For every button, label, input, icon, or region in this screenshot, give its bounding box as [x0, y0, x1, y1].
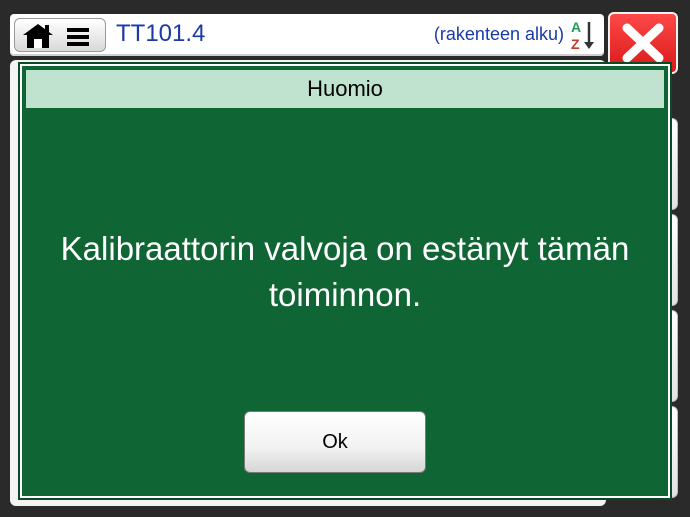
ok-button[interactable]: Ok [244, 411, 426, 473]
close-icon [622, 23, 664, 63]
sort-az-icon[interactable]: A Z [570, 18, 596, 52]
structure-label: (rakenteen alku) [433, 24, 564, 44]
svg-text:Z: Z [571, 36, 580, 52]
home-menu-button[interactable] [14, 18, 106, 52]
dialog-message: Kalibraattorin valvoja on estänyt tämän … [60, 230, 630, 313]
dialog-title: Huomio [26, 70, 664, 108]
svg-text:A: A [571, 19, 581, 35]
tag-title: TT101.4 [116, 20, 206, 47]
header-bar: TT101.4 (rakenteen alku) A Z [10, 14, 604, 56]
home-icon [23, 24, 53, 48]
menu-icon [67, 28, 89, 46]
alert-dialog: Huomio Kalibraattorin valvoja on estänyt… [20, 64, 670, 498]
